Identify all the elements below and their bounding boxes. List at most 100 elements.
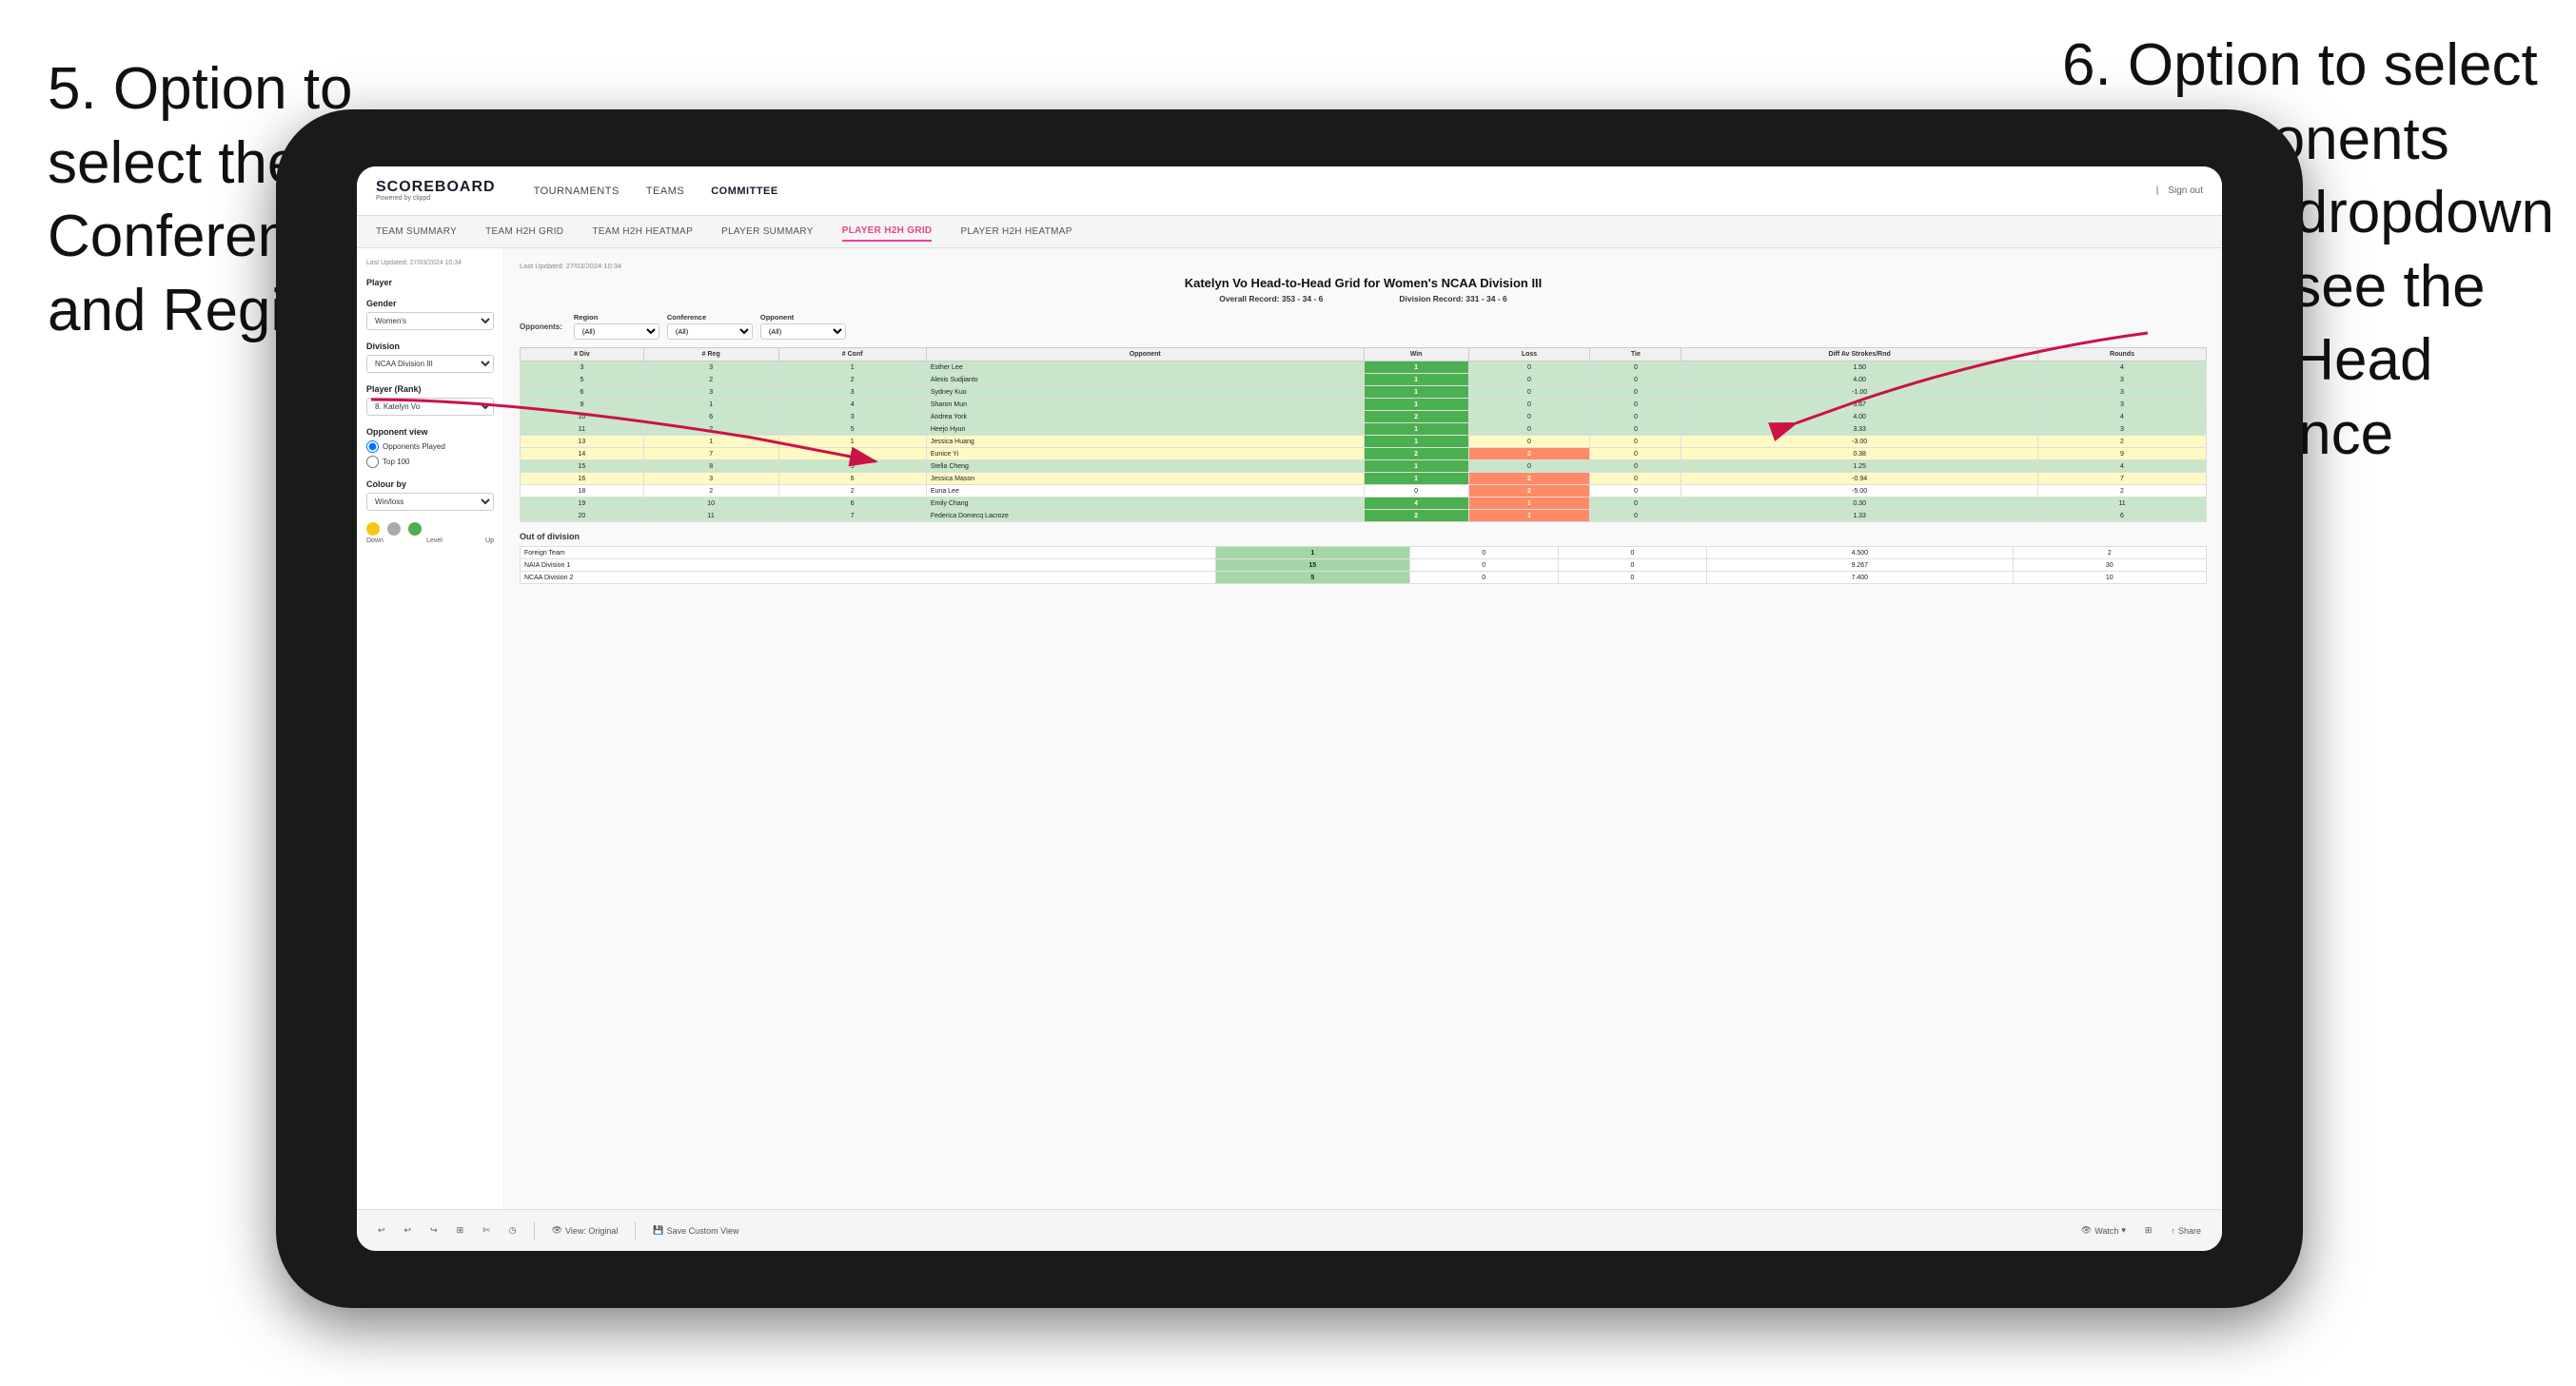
radio-top100[interactable] [366, 456, 379, 468]
nav-right: | Sign out [2156, 185, 2203, 196]
table-row: 522Alexis Sudjianto1004.003 [521, 374, 2207, 386]
table-row: 1474Eunice Yi2200.389 [521, 448, 2207, 460]
table-row: 914Sharon Mun1003.673 [521, 399, 2207, 411]
tab-team-h2h-heatmap[interactable]: TEAM H2H HEATMAP [592, 223, 693, 241]
sidebar-radio-opponents-played: Opponents Played [366, 440, 494, 453]
bottom-toolbar: ↩ ↩ ↪ ⊞ ✄ ◷ 👁 View: Original 💾 Save Cust… [357, 1209, 2222, 1251]
sidebar-player-rank-select[interactable]: 8. Katelyn Vo [366, 398, 494, 416]
legend-level: Level [426, 537, 442, 544]
filter-conference-group: Conference (All) [667, 313, 753, 340]
table-row: 331Esther Lee1001.504 [521, 361, 2207, 374]
toolbar-sep2 [635, 1221, 636, 1240]
top-navbar: SCOREBOARD Powered by clippd TOURNAMENTS… [357, 166, 2222, 216]
table-row: 1636Jessica Mason120-0.947 [521, 473, 2207, 485]
sign-out-link[interactable]: Sign out [2168, 185, 2203, 196]
last-updated-text: Last Updated: 27/03/2024 10:34 [520, 262, 2207, 270]
nav-link-tournaments[interactable]: TOURNAMENTS [534, 185, 619, 197]
filter-opponent-group: Opponent (All) [760, 313, 846, 340]
table-row: 19106Emily Chang4100.3011 [521, 498, 2207, 510]
toolbar-cut[interactable]: ✄ [477, 1221, 496, 1240]
out-division-row: NAIA Division 115009.26730 [521, 559, 2207, 572]
sidebar-opponent-view-section: Opponent view Opponents Played Top 100 [366, 427, 494, 468]
tab-player-h2h-grid[interactable]: PLAYER H2H GRID [842, 222, 933, 242]
filter-opponent-select[interactable]: (All) [760, 323, 846, 340]
col-win: Win [1364, 348, 1468, 361]
out-division-row: Foreign Team1004.5002 [521, 547, 2207, 559]
circles-row [366, 522, 494, 536]
toolbar-redo[interactable]: ↩ [399, 1221, 418, 1240]
filter-region-label: Region [574, 313, 659, 322]
toolbar-sep1 [534, 1221, 535, 1240]
filter-conference-label: Conference [667, 313, 753, 322]
legend-down: Down [366, 537, 383, 544]
filter-region-group: Region (All) [574, 313, 659, 340]
col-tie: Tie [1590, 348, 1681, 361]
sidebar-player-section: Player [366, 278, 494, 287]
data-table: # Div # Reg # Conf Opponent Win Loss Tie… [520, 347, 2207, 522]
circle-up [408, 522, 422, 536]
sidebar-legend: Down Level Up [366, 537, 494, 544]
sidebar: Last Updated: 27/03/2024 10:34 Player Ge… [357, 248, 504, 1209]
col-diff: Diff Av Strokes/Rnd [1681, 348, 2038, 361]
main-content: Last Updated: 27/03/2024 10:34 Player Ge… [357, 248, 2222, 1209]
toolbar-view-original[interactable]: 👁 View: Original [546, 1221, 624, 1240]
sidebar-legend-section: Down Level Up [366, 522, 494, 544]
sidebar-player-label: Player [366, 278, 494, 287]
sidebar-gender-select[interactable]: Women's [366, 312, 494, 330]
tab-player-h2h-heatmap[interactable]: PLAYER H2H HEATMAP [960, 223, 1072, 241]
out-division-table: Foreign Team1004.5002NAIA Division 11500… [520, 546, 2207, 584]
table-row: 1311Jessica Huang100-3.002 [521, 436, 2207, 448]
sidebar-division-select[interactable]: NCAA Division III [366, 355, 494, 373]
toolbar-undo2[interactable]: ↪ [424, 1221, 443, 1240]
radio-opponents-played[interactable] [366, 440, 379, 453]
col-opponent: Opponent [926, 348, 1364, 361]
overall-record: Overall Record: 353 - 34 - 6 [1219, 294, 1323, 303]
sidebar-colour-by-label: Colour by [366, 479, 494, 489]
sidebar-player-rank-label: Player (Rank) [366, 384, 494, 394]
tab-team-h2h-grid[interactable]: TEAM H2H GRID [485, 223, 563, 241]
sidebar-division-label: Division [366, 342, 494, 351]
table-row: 1585Stella Cheng1001.254 [521, 460, 2207, 473]
col-div: # Div [521, 348, 644, 361]
toolbar-share[interactable]: ↑ Share [2165, 1222, 2207, 1240]
division-record: Division Record: 331 - 34 - 6 [1399, 294, 1506, 303]
table-row: 1822Euna Lee020-5.002 [521, 485, 2207, 498]
sidebar-last-updated: Last Updated: 27/03/2024 10:34 [366, 260, 494, 266]
pipe-separator: | [2156, 185, 2159, 196]
filter-conference-select[interactable]: (All) [667, 323, 753, 340]
grid-title: Katelyn Vo Head-to-Head Grid for Women's… [520, 276, 2207, 290]
nav-link-teams[interactable]: TEAMS [646, 185, 684, 197]
sidebar-colour-by-section: Colour by Win/loss [366, 479, 494, 511]
radio-label-opponents-played: Opponents Played [383, 442, 445, 451]
filter-opponent-label: Opponent [760, 313, 846, 322]
legend-up: Up [485, 537, 494, 544]
sidebar-player-rank-section: Player (Rank) 8. Katelyn Vo [366, 384, 494, 416]
col-rounds: Rounds [2037, 348, 2206, 361]
filter-row: Opponents: Region (All) Conference (All) [520, 313, 2207, 340]
toolbar-clock[interactable]: ◷ [503, 1221, 522, 1240]
sidebar-gender-label: Gender [366, 299, 494, 308]
filter-opponents-label: Opponents: [520, 322, 562, 331]
toolbar-save-custom[interactable]: 💾 Save Custom View [647, 1221, 744, 1240]
circle-level [387, 522, 401, 536]
table-row: 20117Federica Domecq Lacroze2101.336 [521, 510, 2207, 522]
col-loss: Loss [1468, 348, 1590, 361]
toolbar-copy[interactable]: ⊞ [451, 1221, 470, 1240]
sidebar-colour-by-select[interactable]: Win/loss [366, 493, 494, 511]
filter-region-select[interactable]: (All) [574, 323, 659, 340]
toolbar-undo[interactable]: ↩ [372, 1221, 391, 1240]
out-division-row: NCAA Division 25007.40010 [521, 572, 2207, 584]
sidebar-gender-section: Gender Women's [366, 299, 494, 330]
circle-down [366, 522, 380, 536]
tablet-screen: SCOREBOARD Powered by clippd TOURNAMENTS… [357, 166, 2222, 1251]
col-conf: # Conf [778, 348, 926, 361]
tab-team-summary[interactable]: TEAM SUMMARY [376, 223, 457, 241]
tab-player-summary[interactable]: PLAYER SUMMARY [721, 223, 814, 241]
toolbar-actions[interactable]: ⊞ [2139, 1221, 2158, 1240]
right-panel: Last Updated: 27/03/2024 10:34 Katelyn V… [504, 248, 2222, 1209]
nav-link-committee[interactable]: COMMITTEE [711, 185, 778, 197]
table-row: 1063Andrea York2004.004 [521, 411, 2207, 423]
radio-label-top100: Top 100 [383, 458, 409, 466]
toolbar-watch[interactable]: 👁 Watch ▾ [2075, 1221, 2132, 1240]
sub-navbar: TEAM SUMMARY TEAM H2H GRID TEAM H2H HEAT… [357, 216, 2222, 248]
